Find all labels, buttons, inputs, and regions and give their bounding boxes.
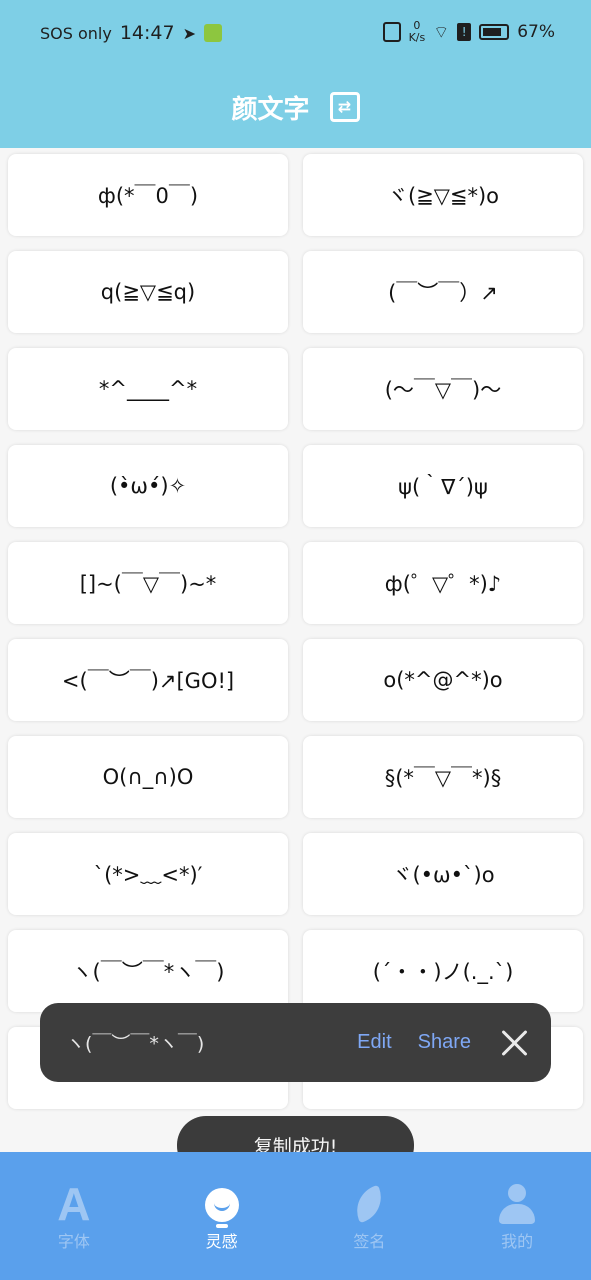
kaomoji-card[interactable]: (￣︶￣）↗: [303, 251, 583, 333]
network-speed: 0 K/s: [409, 20, 426, 44]
nav-label: 签名: [353, 1232, 386, 1251]
alert-icon: !: [457, 23, 472, 41]
share-button[interactable]: Share: [418, 1031, 471, 1054]
kaomoji-card[interactable]: ф(゜▽゜*)♪: [303, 542, 583, 624]
kaomoji-card[interactable]: ヾ(•ω•`)o: [303, 833, 583, 915]
nav-item-inspiration[interactable]: 灵感: [148, 1152, 296, 1280]
app-notification-icon: [204, 24, 223, 42]
nav-label: 字体: [57, 1232, 90, 1251]
edit-button[interactable]: Edit: [357, 1031, 391, 1054]
kaomoji-card[interactable]: `(*>﹏<*)′: [8, 833, 288, 915]
battery-level: 67%: [517, 22, 555, 42]
status-left: SOS only 14:47 ➤: [40, 22, 223, 44]
page-title: 颜文字: [231, 94, 310, 125]
kaomoji-card[interactable]: (～￣▽￣)～: [303, 348, 583, 430]
user-icon: [499, 1184, 536, 1224]
nav-label: 我的: [501, 1232, 534, 1251]
kaomoji-card[interactable]: (´・・)ノ(._.`): [303, 930, 583, 1012]
status-right: 0 K/s ⌔ ! 67%: [382, 20, 555, 44]
kaomoji-card[interactable]: o(*^@^*)o: [303, 639, 583, 721]
bottom-nav: A 字体 灵感 签名 我的: [0, 1152, 591, 1280]
font-a-icon: A: [57, 1178, 91, 1230]
nav-label: 灵感: [205, 1232, 238, 1251]
nav-item-signature[interactable]: 签名: [296, 1152, 444, 1280]
kaomoji-card[interactable]: ヾ(≧▽≦*)o: [303, 154, 583, 236]
kaomoji-grid: ф(*￣0￣) ヾ(≧▽≦*)o q(≧▽≦q) (￣︶￣）↗ *^____^* (～￣▽…: [8, 154, 583, 1109]
speed-unit: K/s: [408, 31, 426, 44]
app-header: 颜文字 ⇄: [0, 66, 591, 148]
kaomoji-card[interactable]: ф(*￣0￣): [8, 154, 288, 236]
clock: 14:47: [119, 22, 175, 44]
kaomoji-card[interactable]: []~(￣▽￣)~*: [8, 542, 288, 624]
close-icon[interactable]: [499, 1028, 529, 1058]
nav-item-profile[interactable]: 我的: [443, 1152, 591, 1280]
network-status: SOS only: [40, 23, 112, 43]
battery-icon: [479, 24, 510, 40]
kaomoji-card[interactable]: §(*￣▽￣*)§: [303, 736, 583, 818]
switch-icon[interactable]: ⇄: [329, 92, 360, 122]
feather-icon: [350, 1184, 389, 1224]
nav-item-font[interactable]: A 字体: [0, 1152, 148, 1280]
snackbar-text: ヽ(￣︶￣*ヽ￣): [66, 1033, 205, 1055]
status-bar: SOS only 14:47 ➤ 0 K/s ⌔ ! 67%: [0, 0, 591, 66]
kaomoji-card[interactable]: *^____^*: [8, 348, 288, 430]
telegram-icon: ➤: [182, 23, 197, 43]
lightbulb-icon: [204, 1188, 239, 1228]
wifi-icon: ⌔: [433, 22, 450, 43]
vibrate-icon: [382, 22, 401, 42]
kaomoji-card[interactable]: q(≧▽≦q): [8, 251, 288, 333]
kaomoji-card[interactable]: ヽ(￣︶￣*ヽ￣): [8, 930, 288, 1012]
snackbar: ヽ(￣︶￣*ヽ￣) Edit Share: [40, 1003, 551, 1082]
kaomoji-card[interactable]: ψ(｀∇´)ψ: [303, 445, 583, 527]
kaomoji-card[interactable]: (•̀ω•́)✧: [8, 445, 288, 527]
kaomoji-card[interactable]: O(∩_∩)O: [8, 736, 288, 818]
kaomoji-card[interactable]: <(￣︶￣)↗[GO!]: [8, 639, 288, 721]
